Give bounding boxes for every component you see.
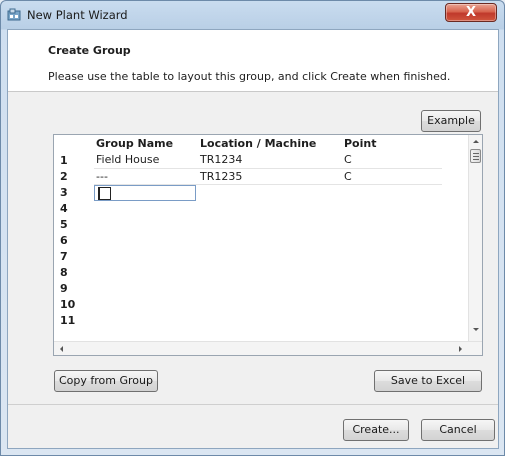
cell-group-name[interactable]: --- [94, 168, 198, 185]
text-cursor-box [98, 186, 111, 200]
cell-group-name[interactable] [94, 312, 198, 328]
copy-from-group-button[interactable]: Copy from Group [54, 370, 158, 392]
cell-group-name-editing[interactable] [94, 184, 198, 201]
table-row[interactable]: 10 [54, 296, 442, 312]
row-number: 6 [60, 233, 68, 247]
cell-location[interactable] [198, 312, 342, 328]
row-number: 10 [60, 297, 76, 311]
row-number: 11 [60, 313, 76, 327]
thumb-grip-line [473, 156, 479, 157]
row-number: 4 [60, 201, 68, 215]
cell-point[interactable] [342, 280, 442, 296]
table-row[interactable]: 8 [54, 264, 442, 280]
cell-group-name[interactable] [94, 200, 198, 216]
cell-location[interactable] [198, 248, 342, 264]
cell-location[interactable] [198, 296, 342, 312]
thumb-grip-line [473, 159, 479, 160]
save-to-excel-button[interactable]: Save to Excel [374, 370, 482, 392]
cell-point[interactable]: C [342, 152, 442, 169]
table-row[interactable]: 7 [54, 248, 442, 264]
scroll-right-arrow-icon[interactable] [458, 345, 464, 353]
cell-point[interactable] [342, 216, 442, 232]
cell-group-name[interactable] [94, 232, 198, 248]
table-row[interactable]: 2 --- TR1235 C [54, 168, 442, 185]
cell-group-name[interactable] [94, 296, 198, 312]
cell-point[interactable] [342, 296, 442, 312]
table-row[interactable]: 1 Field House TR1234 C [54, 152, 442, 169]
cell-point[interactable] [342, 232, 442, 248]
cell-point[interactable] [342, 312, 442, 328]
footer-divider [8, 404, 498, 405]
wizard-header: Create Group Please use the table to lay… [8, 30, 498, 92]
cell-group-name[interactable] [94, 216, 198, 232]
cell-group-name[interactable] [94, 248, 198, 264]
cell-editor-input[interactable] [94, 184, 196, 201]
row-number: 5 [60, 217, 68, 231]
scroll-left-arrow-icon[interactable] [58, 345, 64, 353]
table-header-row: Group Name Location / Machine Point [54, 135, 442, 152]
cell-location[interactable] [198, 264, 342, 280]
vertical-scroll-thumb[interactable] [470, 149, 481, 163]
column-header-point[interactable]: Point [342, 135, 442, 152]
scroll-up-arrow-icon[interactable] [472, 138, 480, 144]
row-number: 8 [60, 265, 68, 279]
table-row[interactable]: 4 [54, 200, 442, 216]
column-header-location[interactable]: Location / Machine [198, 135, 342, 152]
cell-location[interactable]: TR1234 [198, 152, 342, 169]
column-header-group-name[interactable]: Group Name [94, 135, 198, 152]
row-number: 9 [60, 281, 68, 295]
row-number: 3 [60, 185, 68, 199]
cell-location[interactable] [198, 216, 342, 232]
cell-location[interactable] [198, 232, 342, 248]
close-icon: X [465, 5, 477, 20]
table-row[interactable]: 9 [54, 280, 442, 296]
cell-point[interactable] [342, 184, 442, 200]
table-row[interactable]: 5 [54, 216, 442, 232]
column-header-index [54, 135, 94, 152]
vertical-scrollbar[interactable] [468, 135, 482, 341]
create-button[interactable]: Create... [343, 419, 409, 441]
cell-location[interactable] [198, 184, 342, 200]
cancel-button[interactable]: Cancel [421, 419, 495, 441]
row-number: 7 [60, 249, 68, 263]
cell-location[interactable]: TR1235 [198, 168, 342, 185]
cell-group-name[interactable] [94, 280, 198, 296]
cell-group-name[interactable] [94, 264, 198, 280]
group-layout-table: Group Name Location / Machine Point 1 Fi… [53, 134, 483, 356]
cell-point[interactable] [342, 248, 442, 264]
table-row[interactable]: 11 [54, 312, 442, 328]
wizard-window: New Plant Wizard X Create Group Please u… [0, 0, 505, 456]
cell-group-name[interactable]: Field House [94, 152, 198, 169]
example-button[interactable]: Example [421, 110, 481, 132]
wizard-content: Create Group Please use the table to lay… [7, 29, 499, 449]
cell-point[interactable] [342, 264, 442, 280]
table-row[interactable]: 3 [54, 184, 442, 201]
scroll-down-arrow-icon[interactable] [472, 327, 480, 333]
title-bar[interactable]: New Plant Wizard X [1, 1, 504, 29]
row-number: 1 [60, 153, 68, 167]
cell-point[interactable] [342, 200, 442, 216]
cell-location[interactable] [198, 200, 342, 216]
cell-location[interactable] [198, 280, 342, 296]
window-title: New Plant Wizard [27, 8, 128, 22]
table-row[interactable]: 6 [54, 232, 442, 248]
page-title: Create Group [48, 44, 131, 57]
thumb-grip-line [473, 153, 479, 154]
cell-point[interactable]: C [342, 168, 442, 185]
plant-wizard-icon [7, 8, 21, 21]
row-number: 2 [60, 169, 68, 183]
table-body: Group Name Location / Machine Point 1 Fi… [54, 135, 442, 328]
horizontal-scrollbar[interactable] [54, 341, 482, 355]
page-description: Please use the table to layout this grou… [48, 70, 451, 83]
close-button[interactable]: X [445, 3, 497, 22]
